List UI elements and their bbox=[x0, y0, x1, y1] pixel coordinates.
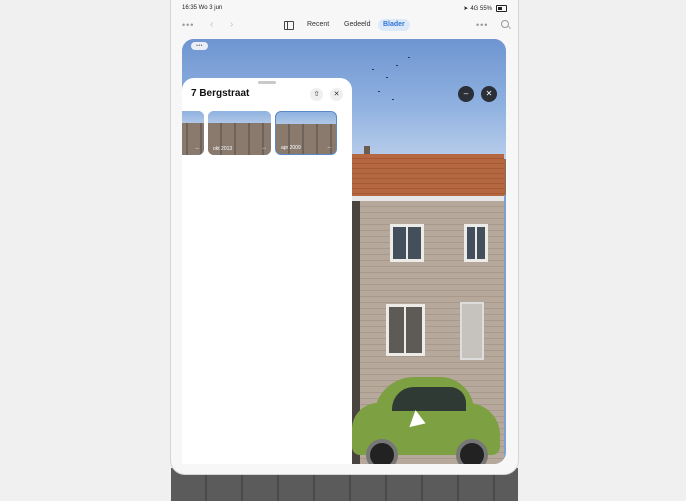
tab-recent[interactable]: Recent bbox=[302, 19, 334, 31]
bird bbox=[386, 77, 388, 78]
bird bbox=[408, 57, 410, 58]
window bbox=[390, 224, 424, 262]
more-options-left-icon[interactable]: ••• bbox=[182, 20, 194, 30]
front-door bbox=[460, 302, 484, 360]
background-right bbox=[518, 0, 686, 501]
close-icon: ✕ bbox=[485, 89, 493, 98]
car-wheel bbox=[456, 439, 488, 464]
thumbnail-okt-2013[interactable]: okt 2013 ◦◦ bbox=[208, 111, 271, 155]
bird bbox=[392, 99, 394, 100]
status-time: 16:35 Wo 3 jun bbox=[182, 5, 223, 11]
place-title: 7 Bergstraat bbox=[191, 88, 250, 99]
forward-button[interactable]: › bbox=[230, 19, 233, 30]
lookaround-thumbnails: ◦◦ okt 2013 ◦◦ apr 2009 ◦◦ bbox=[182, 111, 352, 157]
binoculars-icon: ◦◦ bbox=[195, 146, 199, 152]
close-panel-button[interactable]: ✕ bbox=[330, 88, 343, 101]
map-handle-pill[interactable]: ••• bbox=[191, 42, 208, 50]
window bbox=[464, 224, 488, 262]
sidebar-icon[interactable] bbox=[284, 21, 294, 30]
close-icon: ✕ bbox=[333, 91, 340, 98]
collapse-button[interactable]: – bbox=[458, 86, 474, 102]
green-car bbox=[352, 377, 502, 464]
back-button[interactable]: ‹ bbox=[210, 19, 213, 30]
tab-browse[interactable]: Blader bbox=[378, 19, 410, 31]
panel-grabber[interactable] bbox=[258, 81, 276, 84]
roof bbox=[352, 154, 504, 198]
background-left bbox=[0, 0, 171, 501]
share-icon: ⇧ bbox=[313, 91, 320, 98]
status-bar: 16:35 Wo 3 jun ➤ 4G 55% bbox=[171, 0, 518, 16]
ipad-screen: 16:35 Wo 3 jun ➤ 4G 55% ••• ‹ › Recent G… bbox=[171, 0, 518, 474]
thumbnail-house bbox=[182, 123, 204, 155]
car-window bbox=[392, 387, 466, 411]
binoculars-icon: ◦◦ bbox=[262, 146, 266, 152]
place-panel: 7 Bergstraat ⇧ ✕ ◦◦ okt 2013 ◦◦ apr 2009… bbox=[182, 78, 352, 464]
thumbnail-apr-2009[interactable]: apr 2009 ◦◦ bbox=[275, 111, 337, 155]
search-icon[interactable] bbox=[501, 20, 509, 28]
thumbnail-older[interactable]: ◦◦ bbox=[182, 111, 204, 155]
top-toolbar: ••• ‹ › Recent Gedeeld Blader ••• bbox=[171, 16, 518, 38]
share-button[interactable]: ⇧ bbox=[310, 88, 323, 101]
more-options-right-icon[interactable]: ••• bbox=[476, 20, 488, 30]
location-icon: ➤ bbox=[463, 6, 469, 12]
bird bbox=[378, 91, 380, 92]
binoculars-icon: ◦◦ bbox=[327, 145, 331, 151]
close-street-view-button[interactable]: ✕ bbox=[481, 86, 497, 102]
minus-icon: – bbox=[463, 89, 469, 98]
thumbnail-date: apr 2009 bbox=[281, 145, 301, 151]
bird bbox=[372, 69, 374, 70]
status-indicators: ➤ 4G 55% bbox=[463, 5, 507, 12]
car-wheel bbox=[366, 439, 398, 464]
bird bbox=[396, 65, 398, 66]
window bbox=[386, 304, 425, 356]
battery-icon bbox=[496, 5, 507, 12]
signal-text: 4G 55% bbox=[470, 5, 492, 12]
tab-shared[interactable]: Gedeeld bbox=[339, 19, 375, 31]
thumbnail-date: okt 2013 bbox=[213, 146, 233, 152]
